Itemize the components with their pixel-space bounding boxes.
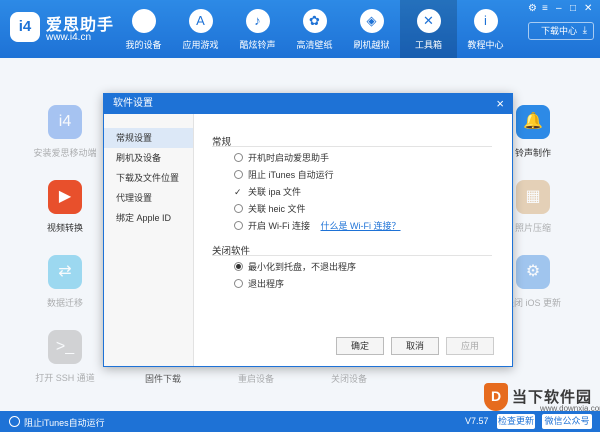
radio-icon	[234, 262, 243, 271]
tab-apple-id[interactable]: 绑定 Apple ID	[104, 208, 193, 228]
flower-icon: ✿	[302, 9, 327, 33]
tab-general[interactable]: 常规设置	[104, 128, 193, 148]
close-icon[interactable]: ×	[496, 94, 504, 114]
tool-firmware-download[interactable]: 固件下载	[145, 372, 181, 385]
apple-icon	[131, 9, 156, 33]
wechat-button[interactable]: 微信公众号	[542, 414, 592, 429]
radio-icon	[234, 279, 243, 288]
radio-icon	[234, 204, 243, 213]
watermark-logo: D	[484, 383, 508, 411]
info-icon: i	[473, 9, 498, 33]
settings-dialog: 软件设置 × 常规设置 刷机及设备 下载及文件位置 代理设置 绑定 Apple …	[103, 93, 513, 367]
option-launch-on-startup[interactable]: 开机时启动爱思助手	[234, 151, 329, 163]
download-icon: ⤓	[582, 25, 587, 36]
apply-button[interactable]: 应用	[446, 337, 494, 355]
tool-install-mobile[interactable]: i4 安装爱思移动端	[30, 105, 100, 159]
itunes-block-status[interactable]: 阻止iTunes自动运行	[24, 416, 105, 429]
tools-icon: ✕	[416, 9, 441, 33]
tab-flash-device[interactable]: 刷机及设备	[104, 148, 193, 168]
divider	[212, 255, 492, 256]
option-minimize-to-tray[interactable]: 最小化到托盘，不退出程序	[234, 260, 356, 272]
settings-icon[interactable]: ⚙	[528, 3, 537, 14]
option-associate-heic[interactable]: 关联 heic 文件	[234, 202, 306, 214]
nav-wallpapers[interactable]: ✿ 高清壁纸	[286, 0, 343, 58]
radio-icon	[234, 221, 243, 230]
option-exit-program[interactable]: 退出程序	[234, 277, 284, 289]
i4-app-icon: i4	[48, 105, 82, 139]
option-associate-ipa[interactable]: ✓ 关联 ipa 文件	[234, 185, 301, 197]
top-bar: i4 爱思助手 www.i4.cn 我的设备 A 应用游戏 ♪ 酷炫铃声 ✿ 高…	[0, 0, 600, 58]
nav-apps-games[interactable]: A 应用游戏	[172, 0, 229, 58]
menu-icon[interactable]: ≡	[542, 3, 548, 14]
nav-toolbox[interactable]: ✕ 工具箱	[400, 0, 457, 58]
version-label: V7.57	[465, 416, 489, 426]
tool-video-convert[interactable]: ▶ 视频转换	[30, 180, 100, 234]
nav-my-device[interactable]: 我的设备	[115, 0, 172, 58]
dialog-title: 软件设置	[113, 98, 153, 109]
play-icon: ▶	[48, 180, 82, 214]
option-wifi-connect[interactable]: 开启 Wi-Fi 连接 什么是 Wi-Fi 连接？	[234, 219, 401, 231]
check-update-button[interactable]: 检查更新	[497, 414, 535, 429]
minimize-icon[interactable]: –	[556, 3, 562, 14]
gear-icon: ⚙	[516, 255, 550, 289]
download-center-button[interactable]: 下载中心 ⤓	[528, 22, 594, 40]
wifi-help-link[interactable]: 什么是 Wi-Fi 连接？	[321, 221, 401, 231]
toggle-circle-icon[interactable]	[9, 416, 20, 427]
nav-tutorials[interactable]: i 教程中心	[457, 0, 514, 58]
cancel-button[interactable]: 取消	[391, 337, 439, 355]
app-logo: i4	[10, 12, 40, 42]
status-bar: 阻止iTunes自动运行 V7.57 检查更新 微信公众号	[0, 411, 600, 432]
radio-icon	[234, 170, 243, 179]
divider	[212, 146, 492, 147]
close-window-icon[interactable]: ✕	[584, 3, 592, 14]
bell-icon: ♪	[245, 9, 270, 33]
tab-download-location[interactable]: 下载及文件位置	[104, 168, 193, 188]
tool-data-migration[interactable]: ⇄ 数据迁移	[30, 255, 100, 309]
tab-proxy[interactable]: 代理设置	[104, 188, 193, 208]
dropbox-icon: ◈	[359, 9, 384, 33]
nav-ringtones[interactable]: ♪ 酷炫铃声	[229, 0, 286, 58]
app-store-icon: A	[188, 9, 213, 33]
app-url: www.i4.cn	[46, 32, 92, 43]
radio-icon	[234, 153, 243, 162]
transfer-icon: ⇄	[48, 255, 82, 289]
image-icon: ▦	[516, 180, 550, 214]
bell-icon: 🔔	[516, 105, 550, 139]
tool-restart-device[interactable]: 重启设备	[238, 372, 274, 385]
maximize-icon[interactable]: □	[570, 3, 576, 14]
ok-button[interactable]: 确定	[336, 337, 384, 355]
tool-shutdown-device[interactable]: 关闭设备	[331, 372, 367, 385]
option-block-itunes[interactable]: 阻止 iTunes 自动运行	[234, 168, 334, 180]
settings-sidebar: 常规设置 刷机及设备 下载及文件位置 代理设置 绑定 Apple ID	[104, 114, 194, 366]
checkmark-icon: ✓	[234, 187, 242, 197]
dialog-header: 软件设置 ×	[104, 94, 512, 114]
terminal-icon: >_	[48, 330, 82, 364]
tool-open-ssh[interactable]: >_ 打开 SSH 通道	[30, 330, 100, 384]
nav-flash-jailbreak[interactable]: ◈ 刷机越狱	[343, 0, 400, 58]
